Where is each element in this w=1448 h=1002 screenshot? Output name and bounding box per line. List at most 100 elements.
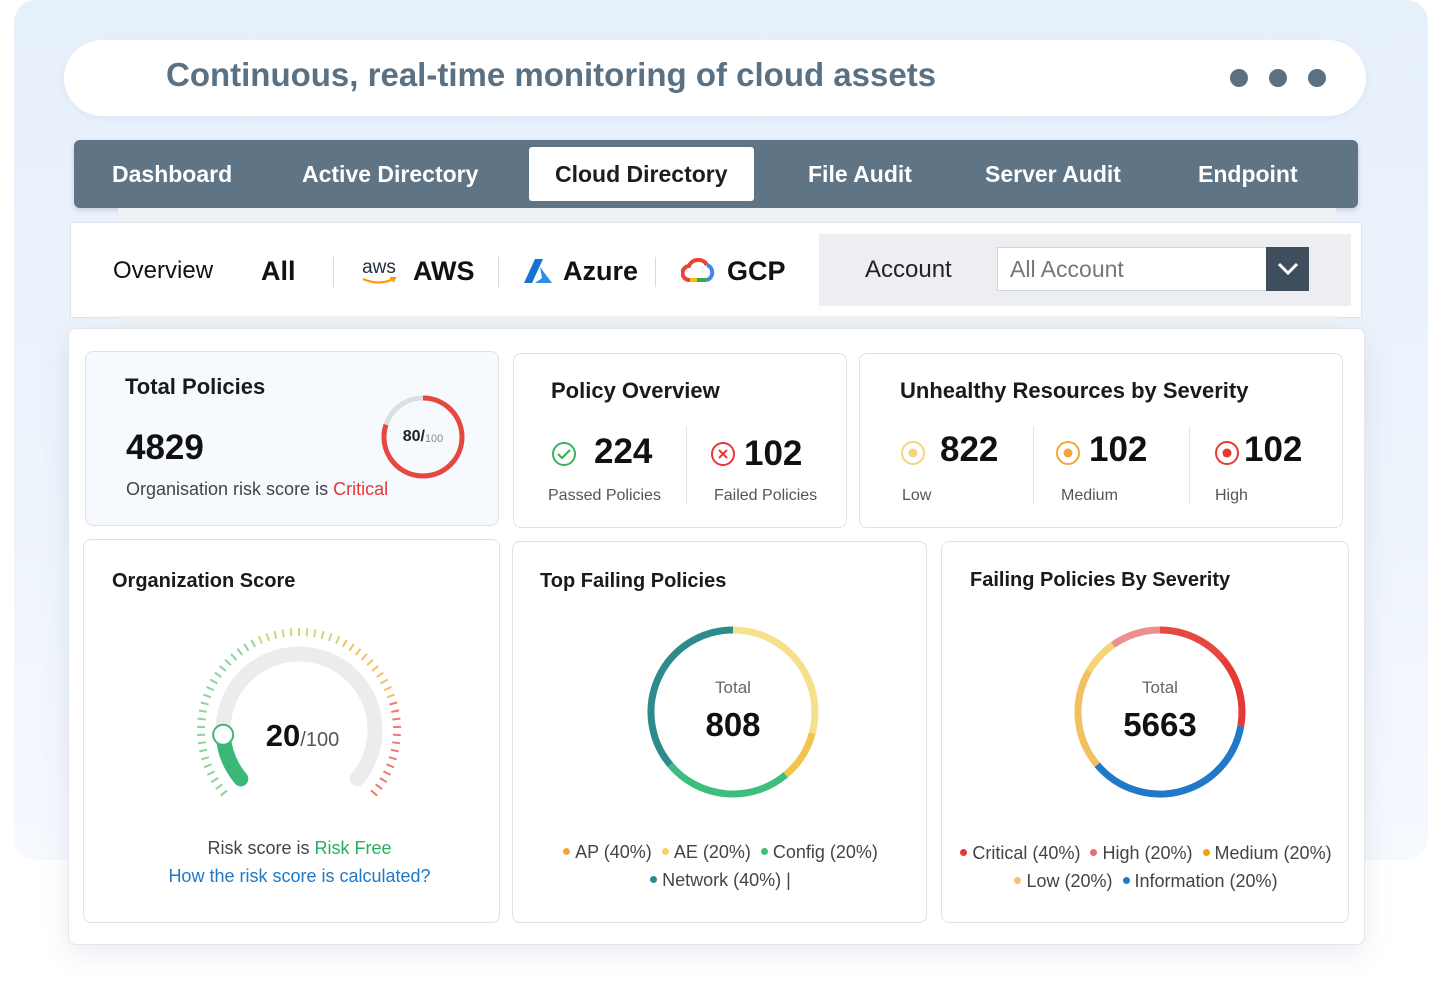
donut-total-label: Total — [1142, 678, 1178, 697]
low-severity-label: Low — [902, 487, 932, 504]
gauge-tick — [220, 789, 228, 797]
gauge-tick — [320, 630, 325, 640]
x-circle-icon — [711, 442, 735, 466]
tab-server-audit[interactable]: Server Audit — [985, 140, 1121, 208]
azure-label: Azure — [563, 255, 639, 286]
tab-file-audit[interactable]: File Audit — [808, 140, 912, 208]
legend-dot — [760, 847, 768, 855]
legend-label: High (20%) — [1102, 843, 1193, 863]
org-risk-status: Risk Free — [314, 838, 392, 858]
azure-icon — [524, 259, 552, 283]
account-select-value: All Account — [1010, 256, 1124, 282]
gauge-tick — [360, 653, 368, 661]
unhealthy-resources-card: Unhealthy Resources by Severity 822 Low … — [859, 353, 1343, 528]
gauge-tick — [236, 648, 244, 656]
legend-item: AP (40%) — [563, 842, 652, 862]
card-title: Unhealthy Resources by Severity — [900, 378, 1249, 403]
card-title: Policy Overview — [551, 378, 720, 403]
card-title: Organization Score — [112, 570, 296, 592]
high-severity-value: 102 — [1244, 430, 1303, 469]
divider — [498, 257, 499, 287]
donut-segment — [667, 762, 788, 798]
gauge-tick — [200, 701, 209, 706]
failed-policies-label: Failed Policies — [714, 487, 818, 504]
donut-total-label: Total — [715, 678, 751, 697]
risk-caption: Organisation risk score is Critical — [126, 479, 388, 500]
tab-cloud-directory[interactable]: Cloud Directory — [529, 147, 754, 201]
risk-score-help-link[interactable]: How the risk score is calculated? — [84, 866, 501, 887]
account-select[interactable]: All Account — [997, 247, 1309, 291]
gauge-tick — [313, 629, 317, 638]
organization-score-card: Organization Score 20/100 Risk score is … — [83, 539, 500, 923]
gauge-tick — [383, 685, 392, 692]
legend-dot — [1090, 848, 1098, 856]
legend-item: Network (40%) | — [650, 870, 791, 890]
legend-label: Medium (20%) — [1214, 843, 1332, 863]
filter-aws[interactable]: aws AWS — [361, 223, 474, 319]
legend-label: Critical (40%) — [972, 843, 1081, 863]
divider — [686, 426, 687, 504]
legend-label: AP (40%) — [575, 842, 652, 862]
aws-logo-text: aws — [362, 256, 396, 278]
page-title: Continuous, real-time monitoring of clou… — [166, 56, 937, 93]
card-title: Failing Policies By Severity — [970, 569, 1231, 591]
card-title: Top Failing Policies — [540, 570, 727, 592]
more-menu-icon[interactable] — [1230, 69, 1326, 87]
dashboard-panel: Total Policies 4829 Organisation risk sc… — [68, 328, 1365, 945]
legend-dot — [650, 875, 658, 883]
divider — [655, 257, 656, 287]
gauge-tick — [210, 777, 219, 783]
filter-overview[interactable]: Overview — [113, 223, 213, 319]
legend-dot — [661, 847, 669, 855]
gauge-tick — [281, 629, 285, 638]
legend-label: Information (20%) — [1134, 871, 1278, 891]
dot-icon — [1308, 69, 1326, 87]
top-failing-policies-card: Top Failing Policies Total 808 AP (40%) … — [512, 541, 927, 923]
low-severity-icon — [901, 441, 925, 465]
main-nav: Dashboard Active Directory Cloud Directo… — [74, 140, 1358, 208]
risk-status: Critical — [333, 479, 389, 499]
gauge-tick — [305, 628, 309, 637]
gauge-tick — [366, 658, 374, 666]
gauge-tick — [250, 639, 256, 648]
account-label: Account — [865, 256, 952, 283]
gauge-tick — [386, 763, 395, 769]
risk-score-ring: 80/100 — [380, 394, 466, 480]
gauge-tick — [335, 635, 341, 645]
failing-severity-legend-row2: Low (20%) Information (20%) — [942, 871, 1350, 892]
donut-segment — [1085, 641, 1116, 673]
failing-by-severity-card: Failing Policies By Severity Total 5663 … — [941, 541, 1349, 923]
org-score-value: 20 — [265, 718, 301, 753]
risk-caption-text: Organisation risk score is — [126, 479, 334, 499]
filter-all[interactable]: All — [261, 223, 296, 319]
tab-endpoint[interactable]: Endpoint — [1198, 140, 1298, 208]
gauge-tick — [380, 678, 389, 685]
gauge-tick — [348, 643, 355, 652]
legend-item: Config (20%) — [760, 842, 878, 862]
legend-item: Information (20%) — [1122, 871, 1278, 891]
tab-dashboard[interactable]: Dashboard — [112, 140, 232, 208]
gauge-tick — [201, 756, 210, 761]
gauge-tick — [376, 671, 384, 678]
failing-severity-legend-row1: Critical (40%) High (20%) Medium (20%) — [942, 843, 1350, 864]
donut-total-value: 5663 — [1123, 706, 1197, 743]
chevron-down-icon[interactable] — [1266, 247, 1309, 291]
legend-item: High (20%) — [1090, 843, 1193, 863]
org-score-max: /100 — [300, 729, 340, 751]
divider — [1189, 426, 1190, 504]
risk-gauge — [197, 628, 401, 797]
donut-total-value: 808 — [705, 706, 761, 743]
tab-active-directory[interactable]: Active Directory — [302, 140, 478, 208]
total-policies-card: Total Policies 4829 Organisation risk sc… — [85, 351, 499, 526]
legend-dot — [1202, 848, 1210, 856]
legend-label: Network (40%) | — [662, 870, 791, 890]
card-title: Total Policies — [125, 374, 266, 399]
filter-azure[interactable]: Azure — [523, 223, 638, 319]
filter-gcp[interactable]: GCP — [681, 223, 786, 319]
divider — [1033, 426, 1034, 504]
gauge-tick — [379, 777, 388, 783]
risk-score-max: 100 — [424, 432, 444, 445]
gauge-track — [215, 646, 383, 787]
legend-dot — [563, 847, 571, 855]
gauge-tick — [289, 628, 293, 637]
